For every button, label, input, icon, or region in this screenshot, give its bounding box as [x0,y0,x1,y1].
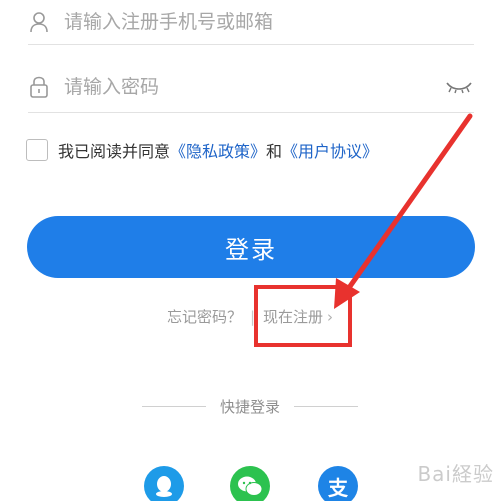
password-row [28,58,474,116]
agreement-and: 和 [266,142,283,161]
eye-closed-icon[interactable] [444,77,474,97]
lock-icon [28,76,50,98]
user-agreement-link[interactable]: 《用户协议》 [282,138,378,162]
sub-links: 忘记密码？ | 现在注册 › [0,306,500,327]
privacy-policy-link[interactable]: 《隐私政策》 [170,138,266,162]
agreement-text: 我已阅读并同意 [58,142,171,161]
quick-login-line-left [141,406,206,407]
wechat-icon[interactable] [230,466,270,501]
agreement-row: 我已阅读并同意 《隐私政策》 和 《用户协议》 [26,138,378,162]
password-divider [28,112,474,113]
quick-login-divider: 快捷登录 [0,396,500,417]
username-input[interactable] [64,11,474,33]
user-icon [28,11,50,33]
quick-login-line-right [294,406,358,407]
quick-login-label: 快捷登录 [219,398,280,416]
username-divider [28,44,474,45]
agreement-checkbox[interactable] [26,139,48,161]
alipay-icon[interactable]: 支 [318,466,358,501]
watermark: Bai経验 [417,462,494,486]
login-button[interactable]: 登录 [27,216,475,278]
forgot-password-link[interactable]: 忘记密码？ [167,306,242,327]
qq-icon[interactable] [144,466,184,501]
password-input[interactable] [64,76,444,98]
annotation-highlight-box [254,285,352,347]
username-row [28,0,474,44]
